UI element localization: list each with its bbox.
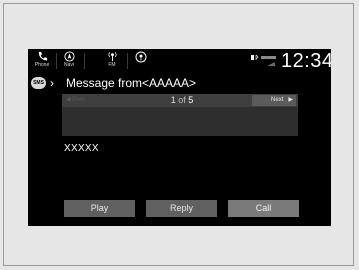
triangle-left-icon: ◀: [66, 97, 71, 103]
audio-source-icon: [135, 51, 147, 63]
top-status-bar: Phone Navi FM 12:34: [28, 49, 331, 73]
prev-button[interactable]: ◀ Prev: [66, 95, 112, 106]
message-body: XXXXX: [64, 143, 99, 154]
audio-source-button[interactable]: [131, 51, 151, 71]
divider: [56, 53, 57, 69]
navi-button[interactable]: Navi: [59, 51, 79, 71]
status-indicator-icons: [251, 54, 276, 66]
message-pager-panel: ◀ Prev 1 of 5 Next ▶: [62, 94, 298, 136]
next-button[interactable]: Next ▶: [252, 95, 296, 106]
message-header: SMS › Message from<AAAAA>: [28, 76, 331, 92]
next-label: Next: [271, 97, 284, 103]
fm-label: FM: [108, 62, 116, 68]
pager-bar: ◀ Prev 1 of 5 Next ▶: [62, 94, 298, 107]
radio-antenna-icon: [108, 52, 116, 62]
sms-icon: SMS: [31, 77, 46, 89]
navigation-icon: [63, 51, 75, 62]
chevron-right-icon[interactable]: ›: [50, 77, 54, 90]
divider: [127, 53, 128, 69]
play-button[interactable]: Play: [64, 200, 135, 217]
clock-time: 12:34: [281, 50, 331, 72]
call-button[interactable]: Call: [228, 200, 299, 217]
phone-label: Phone: [34, 62, 50, 68]
triangle-right-icon: ▶: [288, 97, 293, 103]
page-total: 5: [188, 95, 194, 105]
navi-label: Navi: [63, 62, 74, 68]
fm-button[interactable]: FM: [102, 51, 122, 71]
reply-button[interactable]: Reply: [146, 200, 217, 217]
page-of: of: [178, 95, 186, 105]
infotainment-screen: Phone Navi FM 12:34 SMS › Message from<A…: [28, 49, 331, 226]
page-title: Message from<AAAAA>: [66, 76, 197, 90]
page-counter: 1 of 5: [157, 94, 207, 107]
divider: [84, 53, 85, 69]
phone-icon: [38, 51, 47, 61]
prev-label: Prev: [72, 97, 85, 103]
phone-button[interactable]: Phone: [32, 51, 52, 71]
page-current: 1: [170, 95, 176, 105]
